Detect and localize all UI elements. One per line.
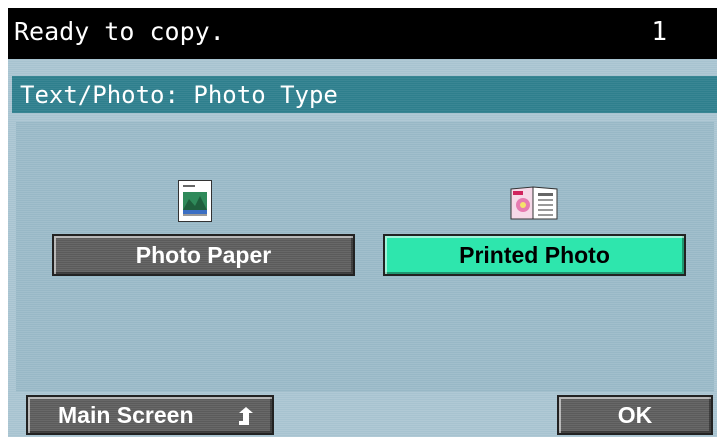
up-arrow-icon xyxy=(236,406,256,433)
copy-count: 1 xyxy=(651,17,667,47)
photo-paper-button[interactable]: Photo Paper xyxy=(52,234,355,276)
printed-photo-button[interactable]: Printed Photo xyxy=(383,234,686,276)
printed-photo-label: Printed Photo xyxy=(459,241,610,268)
main-screen-label: Main Screen xyxy=(58,401,194,428)
printed-photo-icon xyxy=(509,185,559,225)
screen-title: Text/Photo: Photo Type xyxy=(20,81,338,109)
screen-title-bar: Text/Photo: Photo Type xyxy=(12,76,717,113)
ok-button[interactable]: OK xyxy=(557,395,713,435)
main-screen-button[interactable]: Main Screen xyxy=(26,395,274,435)
ok-label: OK xyxy=(617,401,653,428)
photo-paper-icon xyxy=(178,180,212,226)
photo-paper-label: Photo Paper xyxy=(135,241,272,268)
status-message: Ready to copy. xyxy=(14,17,225,46)
copier-panel: Ready to copy. 1 Text/Photo: Photo Type … xyxy=(8,8,717,437)
status-bar: Ready to copy. 1 xyxy=(8,8,717,59)
